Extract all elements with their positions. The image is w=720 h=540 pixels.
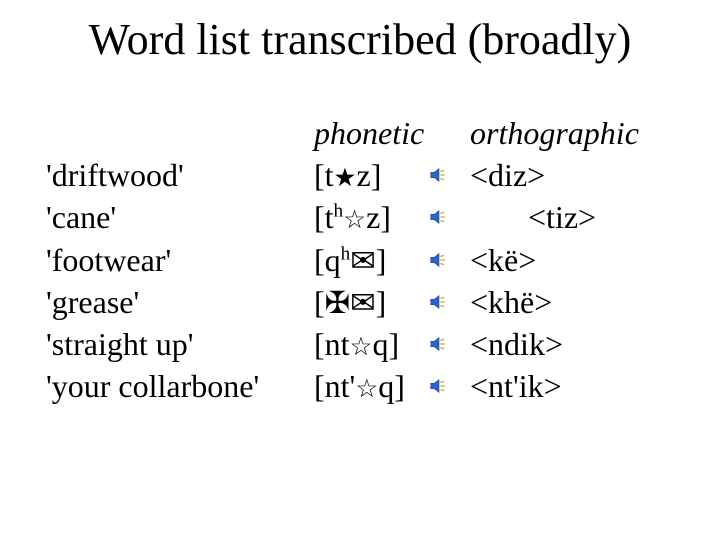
gloss-cell: 'straight up' (46, 323, 314, 365)
envelope-glyph: ✉ (350, 283, 375, 323)
gloss-cell: 'your collarbone' (46, 365, 314, 407)
table-row: 'your collarbone'[nt'☆q] <nt'ik> (46, 365, 639, 407)
table-row: 'straight up'[nt☆q] <ndik> (46, 323, 639, 365)
orthographic-cell: <diz> (470, 154, 545, 196)
phonetic-cell: [nt☆q] (314, 323, 428, 365)
orthographic-cell: <nt'ik> (470, 365, 562, 407)
star-outline-glyph: ☆ (343, 203, 366, 237)
header-orthographic: orthographic (470, 112, 639, 154)
gloss-cell: 'grease' (46, 281, 314, 323)
speaker-icon[interactable] (428, 164, 450, 186)
orthographic-cell: <khë> (470, 281, 552, 323)
orthographic-cell: <tiz> (470, 196, 596, 238)
table-row: 'cane'[th☆z] <tiz> (46, 196, 639, 238)
phonetic-cell: [th☆z] (314, 196, 428, 238)
gloss-cell: 'driftwood' (46, 154, 314, 196)
audio-cell (428, 291, 470, 313)
star-outline-glyph: ☆ (355, 372, 378, 406)
orthographic-cell: <kë> (470, 239, 536, 281)
audio-cell (428, 375, 470, 397)
star-outline-glyph: ☆ (350, 330, 373, 364)
page-title: Word list transcribed (broadly) (0, 14, 720, 65)
audio-cell (428, 333, 470, 355)
slide: Word list transcribed (broadly) phonetic… (0, 0, 720, 540)
maltese-glyph: ✠ (325, 283, 350, 323)
header-row: phonetic orthographic (46, 112, 639, 154)
phonetic-cell: [qh✉] (314, 239, 428, 281)
speaker-icon[interactable] (428, 249, 450, 271)
audio-cell (428, 206, 470, 228)
header-phonetic: phonetic (314, 112, 428, 154)
speaker-icon[interactable] (428, 333, 450, 355)
envelope-glyph: ✉ (350, 241, 375, 281)
audio-cell (428, 164, 470, 186)
orthographic-cell: <ndik> (470, 323, 563, 365)
star-filled-glyph: ★ (334, 161, 357, 195)
phonetic-cell: [t★z] (314, 154, 428, 196)
table-row: 'footwear'[qh✉] <kë> (46, 239, 639, 281)
gloss-cell: 'cane' (46, 196, 314, 238)
phonetic-cell: [✠✉] (314, 281, 428, 323)
audio-cell (428, 249, 470, 271)
gloss-cell: 'footwear' (46, 239, 314, 281)
speaker-icon[interactable] (428, 375, 450, 397)
table-row: 'grease'[✠✉] <khë> (46, 281, 639, 323)
speaker-icon[interactable] (428, 206, 450, 228)
phonetic-cell: [nt'☆q] (314, 365, 428, 407)
speaker-icon[interactable] (428, 291, 450, 313)
word-table: phonetic orthographic 'driftwood'[t★z] <d… (46, 112, 639, 408)
table-row: 'driftwood'[t★z] <diz> (46, 154, 639, 196)
